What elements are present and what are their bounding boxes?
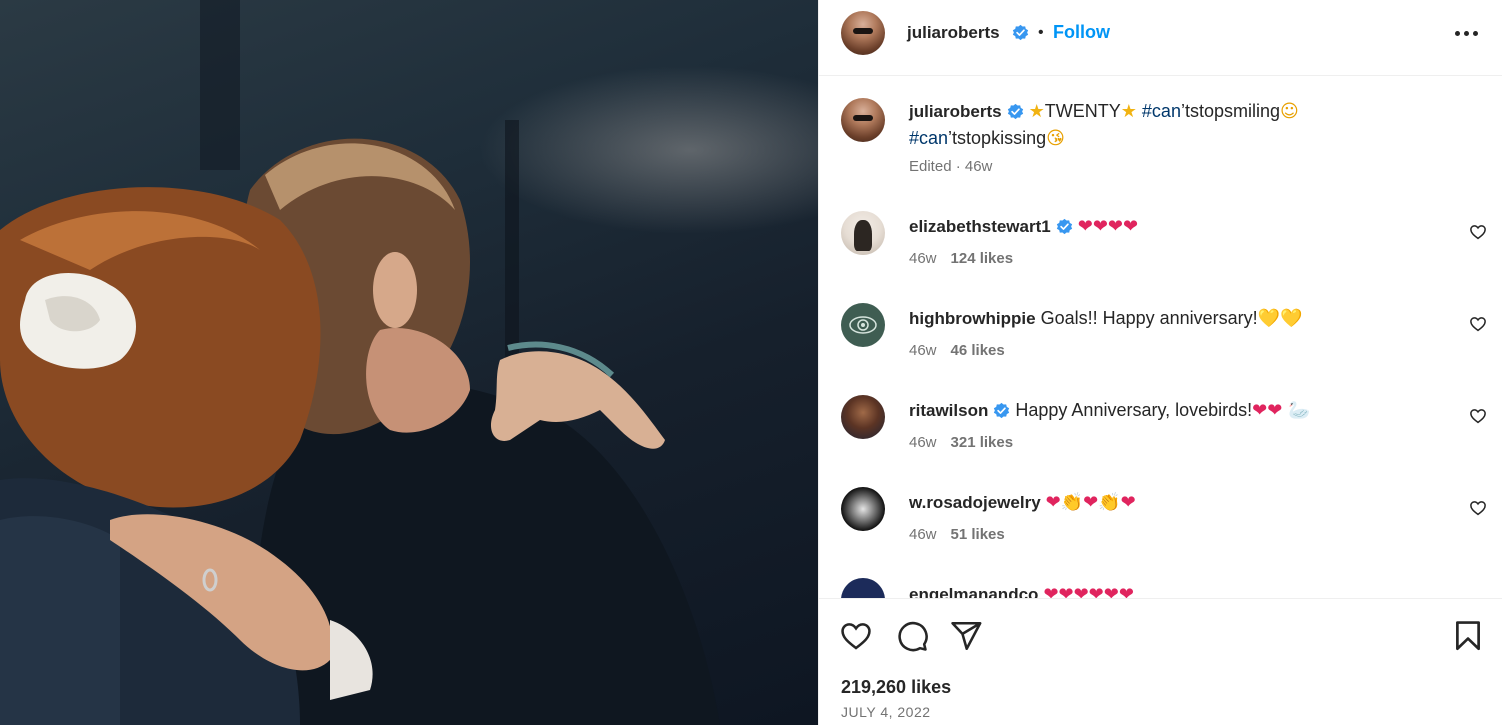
comment-text: Goals!! Happy anniversary! — [1040, 308, 1258, 328]
hashtag-link[interactable]: #can — [1142, 101, 1181, 121]
caption-username[interactable]: juliaroberts — [909, 102, 1002, 121]
caption-text: ’tstopsmiling — [1180, 101, 1281, 121]
post-date[interactable]: JULY 4, 2022 — [841, 704, 931, 720]
comment-body: elizabethstewart1 ❤❤❤❤ — [909, 213, 1138, 240]
comment-emojis: ❤👏❤👏❤ — [1045, 492, 1136, 513]
comment-likes[interactable]: 51 likes — [951, 526, 1005, 543]
comment-emojis: 💛💛 — [1257, 308, 1303, 329]
comment-like-icon[interactable] — [1469, 407, 1487, 425]
post-details-panel: juliaroberts • Follow juliaroberts ★TWEN… — [818, 0, 1502, 725]
comment-likes[interactable]: 46 likes — [951, 342, 1005, 359]
comment-meta: 46w 321 likes — [909, 434, 1013, 451]
caption-edited-time: Edited · 46w — [909, 158, 993, 175]
share-icon[interactable] — [949, 619, 983, 653]
comment-body: highbrowhippie Goals!! Happy anniversary… — [909, 305, 1303, 332]
comment-likes[interactable]: 124 likes — [951, 250, 1014, 267]
comment-emojis: ❤❤ 🦢 — [1252, 400, 1311, 421]
comment-text: Happy Anniversary, lovebirds! — [1015, 400, 1253, 420]
eye-logo-icon — [849, 316, 877, 334]
comment-meta: 46w 124 likes — [909, 250, 1013, 267]
verified-badge-icon — [1012, 24, 1029, 41]
caption-title: TWENTY — [1044, 101, 1121, 121]
post-actions: 219,260 likes JULY 4, 2022 — [819, 598, 1502, 725]
hashtag-link[interactable]: #can — [909, 128, 948, 148]
comment-icon[interactable] — [895, 619, 929, 653]
comment-like-icon[interactable] — [1469, 499, 1487, 517]
commenter-avatar[interactable] — [841, 211, 885, 255]
separator-dot: • — [1038, 24, 1044, 41]
comment-time[interactable]: 46w — [909, 526, 937, 543]
author-avatar[interactable] — [841, 11, 885, 55]
comment-body: ritawilson Happy Anniversary, lovebirds!… — [909, 397, 1310, 424]
commenter-avatar[interactable] — [841, 487, 885, 531]
smile-emoji: ☺ — [1280, 101, 1299, 122]
like-count[interactable]: 219,260 likes — [841, 677, 951, 698]
comment-username[interactable]: ritawilson — [909, 401, 988, 420]
kiss-emoji: 😘 — [1046, 128, 1065, 149]
more-options-icon[interactable] — [1455, 22, 1481, 44]
commenter-avatar[interactable] — [841, 395, 885, 439]
comment-like-icon[interactable] — [1469, 223, 1487, 241]
star-emoji: ★ — [1120, 101, 1137, 122]
save-icon[interactable] — [1451, 619, 1485, 653]
comment-body: w.rosadojewelry ❤👏❤👏❤ — [909, 489, 1136, 516]
star-emoji: ★ — [1028, 101, 1045, 122]
like-icon[interactable] — [839, 619, 873, 653]
comment-meta: 46w 51 likes — [909, 526, 1005, 543]
commenter-avatar[interactable] — [841, 578, 885, 598]
comment-body: engelmanandco ❤❤❤❤❤❤ — [909, 581, 1134, 598]
comment-meta: 46w 46 likes — [909, 342, 1005, 359]
comment-username[interactable]: highbrowhippie — [909, 309, 1036, 328]
post-photo[interactable] — [0, 0, 818, 725]
author-username[interactable]: juliaroberts — [907, 23, 1000, 43]
post-header: juliaroberts • Follow — [819, 0, 1502, 76]
commenter-avatar[interactable] — [841, 303, 885, 347]
comment-like-icon[interactable] — [1469, 315, 1487, 333]
comment-likes[interactable]: 321 likes — [951, 434, 1014, 451]
comment-time[interactable]: 46w — [909, 342, 937, 359]
comment-username[interactable]: elizabethstewart1 — [909, 217, 1051, 236]
verified-badge-icon — [1056, 218, 1072, 235]
comments-list[interactable]: juliaroberts ★TWENTY★ #can’tstopsmiling☺… — [819, 76, 1502, 598]
comment-emojis: ❤❤❤❤❤❤ — [1043, 584, 1134, 598]
caption-text: ’tstopkissing — [948, 128, 1047, 148]
comment-username[interactable]: w.rosadojewelry — [909, 493, 1041, 512]
follow-button[interactable]: Follow — [1053, 22, 1110, 43]
caption-author-avatar[interactable] — [841, 98, 885, 142]
verified-badge-icon — [994, 402, 1010, 419]
comment-time[interactable]: 46w — [909, 434, 937, 451]
comment-emojis: ❤❤❤❤ — [1077, 216, 1139, 237]
comment-time[interactable]: 46w — [909, 250, 937, 267]
photo-illustration — [0, 0, 720, 725]
comment-username[interactable]: engelmanandco — [909, 585, 1038, 598]
verified-badge-icon — [1007, 103, 1023, 120]
caption-body: juliaroberts ★TWENTY★ #can’tstopsmiling☺… — [909, 98, 1469, 152]
